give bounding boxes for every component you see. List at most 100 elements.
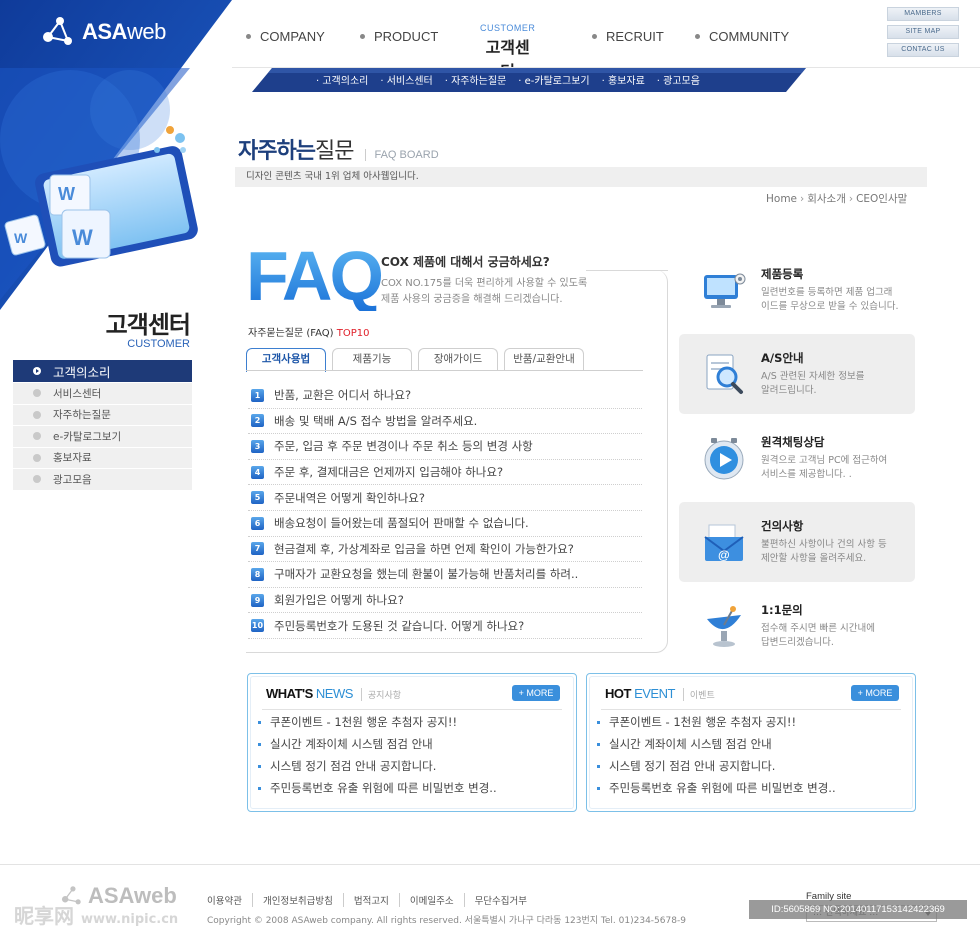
sitemap-link[interactable]: SITE MAP: [887, 25, 959, 39]
service-product-registration[interactable]: 제품등록 일련번호를 등록하면 제품 업그래 이드를 무상으로 받을 수 있습니다…: [679, 250, 915, 330]
number-badge: 6: [251, 516, 264, 530]
bullet-icon: [33, 389, 41, 398]
bullet-icon: [246, 34, 251, 39]
sidebar-title: 고객센터 CUSTOMER: [105, 311, 191, 350]
tab-product-features[interactable]: 제품기능: [332, 348, 412, 370]
service-one-on-one[interactable]: 1:1문의 접수해 주시면 빠른 시간내에 답변드리겠습니다.: [679, 586, 915, 666]
footer-link-terms[interactable]: 이용약관: [207, 893, 252, 907]
sidebar-item-voice[interactable]: 고객의소리: [13, 360, 192, 383]
faq-item[interactable]: 2 배송 및 택배 A/S 접수 방법을 알려주세요.: [248, 409, 642, 435]
sidebar-item-faq[interactable]: 자주하는질문: [13, 404, 192, 426]
faq-logo: FAQ: [246, 237, 384, 315]
bullet-icon: [597, 764, 600, 768]
number-badge: 5: [251, 491, 264, 505]
monitor-icon: [704, 273, 746, 308]
magnifier-document-icon: [706, 354, 743, 394]
subnav-faq[interactable]: · 자주하는질문: [445, 72, 507, 87]
list-item[interactable]: 주민등록번호 유출 위험에 따른 비밀번호 변경..: [258, 777, 497, 799]
logo-text: ASAweb: [82, 19, 166, 44]
faq-item[interactable]: 5 주문내역은 어떻게 확인하나요?: [248, 485, 642, 511]
list-item[interactable]: 시스템 정기 점검 안내 공지합니다.: [597, 755, 836, 777]
list-item[interactable]: 실시간 계좌이체 시스템 점검 안내: [258, 733, 497, 755]
bullet-icon: [597, 786, 600, 790]
number-badge: 3: [251, 439, 264, 453]
subnav-ecatalog[interactable]: · e-카탈로그보기: [518, 72, 589, 87]
footer-links: 이용약관 개인정보취급방침 법적고지 이메일주소 무단수집거부: [207, 893, 537, 907]
chevron-right-icon: ›: [848, 193, 854, 205]
sidebar-item-service-center[interactable]: 서비스센터: [13, 383, 192, 405]
footer-link-email[interactable]: 이메일주소: [398, 893, 464, 907]
breadcrumb: Home › 회사소개 › CEO인사말: [766, 191, 907, 206]
faq-item[interactable]: 3 주문, 입금 후 주문 변경이나 주문 취소 등의 변경 사항: [248, 434, 642, 460]
news-list: 쿠폰이벤트 - 1천원 행운 추첨자 공지!! 실시간 계좌이체 시스템 점검 …: [258, 711, 497, 799]
faq-item[interactable]: 6 배송요청이 들어왔는데 품절되어 판매할 수 없습니다.: [248, 511, 642, 537]
number-badge: 2: [251, 414, 264, 428]
play-clock-icon: [704, 438, 744, 480]
nav-community[interactable]: COMMUNITY: [695, 29, 789, 44]
footer-divider: [0, 864, 980, 865]
breadcrumb-home[interactable]: Home: [766, 193, 797, 205]
page-title: 자주하는질문 FAQ BOARD: [238, 139, 439, 164]
bullet-icon: [258, 786, 261, 790]
list-item[interactable]: 실시간 계좌이체 시스템 점검 안내: [597, 733, 836, 755]
faq-item[interactable]: 7 현금결제 후, 가상계좌로 입금을 하면 언제 확인이 가능한가요?: [248, 537, 642, 563]
nav-customer-sub: CUSTOMER: [480, 23, 536, 33]
nav-product[interactable]: PRODUCT: [360, 29, 438, 44]
svg-text:W: W: [58, 184, 75, 204]
watermark-id: ID:5605869 NO:20140117153142422369: [749, 900, 967, 919]
bullet-icon: [360, 34, 365, 39]
faq-item[interactable]: 10 주민등록번호가 도용된 것 같습니다. 어떻게 하나요?: [248, 613, 642, 639]
tab-trouble-guide[interactable]: 장애가이드: [418, 348, 498, 370]
contact-link[interactable]: CONTAC US: [887, 43, 959, 57]
number-badge: 1: [251, 388, 264, 402]
faq-item[interactable]: 1 반품, 교환은 어디서 하나요?: [248, 383, 642, 409]
utility-links: MAMBERS SITE MAP CONTAC US: [887, 7, 959, 61]
page-title-en: FAQ BOARD: [365, 149, 439, 161]
subnav-ads[interactable]: · 광고모음: [657, 72, 700, 87]
svg-text:W: W: [14, 230, 28, 246]
breadcrumb-ceo[interactable]: CEO인사말: [856, 193, 907, 205]
event-subtitle: 이벤트: [682, 688, 715, 701]
bullet-icon: [258, 742, 261, 746]
number-badge: 10: [251, 619, 264, 633]
subnav-pr[interactable]: · 홍보자료: [602, 72, 645, 87]
news-board: WHAT'S NEWS 공지사항 + MORE 쿠폰이벤트 - 1천원 행운 추…: [247, 673, 577, 812]
logo-network-icon: [43, 17, 72, 45]
subnav-service-center[interactable]: · 서비스센터: [380, 72, 432, 87]
event-more-button[interactable]: + MORE: [851, 685, 899, 701]
faq-description: COX NO.175를 더욱 편리하게 사용할 수 있도록 제품 사용의 궁금증을…: [381, 278, 588, 305]
members-link[interactable]: MAMBERS: [887, 7, 959, 21]
service-remote-chat[interactable]: 원격채팅상담 원격으로 고객님 PC에 접근하여 서비스를 제공합니다. .: [679, 418, 915, 498]
list-item[interactable]: 쿠폰이벤트 - 1천원 행운 추첨자 공지!!: [597, 711, 836, 733]
service-as-guide[interactable]: A/S안내 A/S 관련된 자세한 정보를 알려드립니다.: [679, 334, 915, 414]
bullet-icon: [592, 34, 597, 39]
bullet-icon: [33, 453, 41, 462]
list-item[interactable]: 시스템 정기 점검 안내 공지합니다.: [258, 755, 497, 777]
faq-item[interactable]: 8 구매자가 교환요청을 했는데 환불이 불가능해 반품처리를 하려..: [248, 562, 642, 588]
sidebar-menu: 고객의소리 서비스센터 자주하는질문 e-카탈로그보기 홍보자료 광고모음: [13, 360, 192, 491]
site-logo[interactable]: ASAweb: [40, 14, 170, 50]
nav-recruit[interactable]: RECRUIT: [592, 29, 664, 44]
chevron-right-icon: ›: [800, 193, 805, 205]
footer-link-privacy[interactable]: 개인정보취급방침: [251, 893, 343, 907]
footer-link-no-collection[interactable]: 무단수집거부: [463, 893, 537, 907]
footer-link-legal[interactable]: 법적고지: [342, 893, 399, 907]
event-divider: [601, 709, 901, 710]
nav-company[interactable]: COMPANY: [246, 29, 325, 44]
subnav-voice[interactable]: · 고객의소리: [316, 72, 368, 87]
tab-customer-usage[interactable]: 고객사용법: [246, 348, 326, 372]
sidebar-item-ads[interactable]: 광고모음: [13, 469, 192, 491]
breadcrumb-company[interactable]: 회사소개: [807, 193, 846, 205]
service-suggestions[interactable]: @ 건의사항 불편하신 사항이나 건의 사항 등 제안할 사항을 올려주세요.: [679, 502, 915, 582]
list-item[interactable]: 쿠폰이벤트 - 1천원 행운 추첨자 공지!!: [258, 711, 497, 733]
sidebar-item-pr[interactable]: 홍보자료: [13, 447, 192, 469]
faq-item[interactable]: 4 주문 후, 결제대금은 언제까지 입금해야 하나요?: [248, 460, 642, 486]
news-more-button[interactable]: + MORE: [512, 685, 560, 701]
news-title: WHAT'S NEWS: [266, 686, 353, 701]
list-item[interactable]: 주민등록번호 유출 위험에 따른 비밀번호 변경..: [597, 777, 836, 799]
svg-text:@: @: [718, 548, 730, 562]
faq-item[interactable]: 9 회원가입은 어떻게 하나요?: [248, 588, 642, 614]
sidebar-item-ecatalog[interactable]: e-카탈로그보기: [13, 426, 192, 448]
tab-return-exchange[interactable]: 반품/교환안내: [504, 348, 584, 370]
bullet-icon: [258, 764, 261, 768]
